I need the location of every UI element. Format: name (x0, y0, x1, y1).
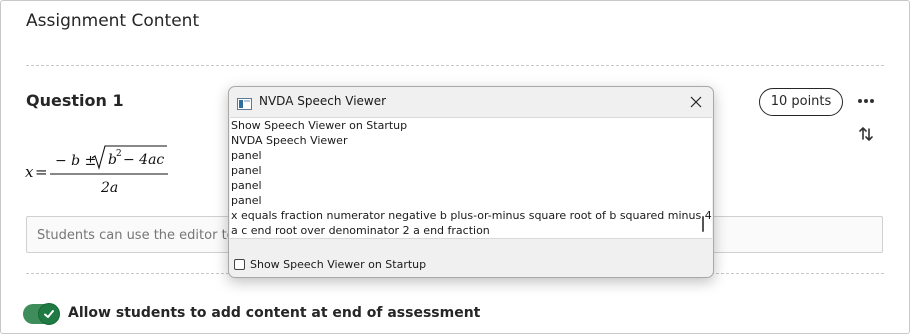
speech-log-line: a c end root over denominator 2 a end fr… (231, 224, 490, 237)
points-badge[interactable]: 10 points (759, 88, 843, 116)
speech-log-line: panel (231, 149, 262, 162)
divider (26, 65, 884, 66)
close-icon[interactable] (687, 93, 705, 111)
speech-log-line: panel (231, 179, 262, 192)
more-horizontal-icon[interactable] (856, 93, 876, 107)
show-on-startup-checkbox[interactable] (234, 259, 245, 270)
section-title: Assignment Content (26, 11, 200, 31)
quadratic-formula: x = − b ± b 2 − 4ac 2a (25, 141, 175, 197)
sort-arrows-icon[interactable] (857, 125, 875, 143)
formula-radicand-rest: − 4ac (123, 152, 164, 168)
speech-log-line: x equals fraction numerator negative b p… (231, 209, 712, 222)
speech-log-line: panel (231, 164, 262, 177)
checkbox-label: Show Speech Viewer on Startup (250, 258, 427, 271)
speech-log-line: Show Speech Viewer on Startup (231, 119, 408, 132)
formula-radicand-exp: 2 (116, 149, 122, 159)
allow-content-toggle[interactable] (23, 303, 60, 325)
nvda-window-title: NVDA Speech Viewer (259, 94, 387, 108)
window-app-icon (237, 95, 252, 110)
scrollbar-thumb[interactable] (702, 216, 704, 232)
speech-log-line: panel (231, 194, 262, 207)
formula-numerator-prefix: − b ± (55, 153, 96, 169)
formula-denominator: 2a (100, 180, 118, 196)
nvda-speech-log[interactable]: Show Speech Viewer on Startup NVDA Speec… (230, 117, 712, 239)
checkmark-icon (44, 310, 54, 318)
question-title: Question 1 (26, 91, 124, 110)
toggle-label: Allow students to add content at end of … (68, 305, 481, 321)
nvda-title-bar[interactable]: NVDA Speech Viewer (229, 87, 713, 116)
speech-log-line: NVDA Speech Viewer (231, 134, 348, 147)
toggle-knob (38, 303, 60, 325)
nvda-speech-viewer-window[interactable]: NVDA Speech Viewer Show Speech Viewer on… (228, 86, 714, 278)
formula-lhs: x (25, 163, 34, 181)
formula-equals: = (35, 163, 48, 181)
